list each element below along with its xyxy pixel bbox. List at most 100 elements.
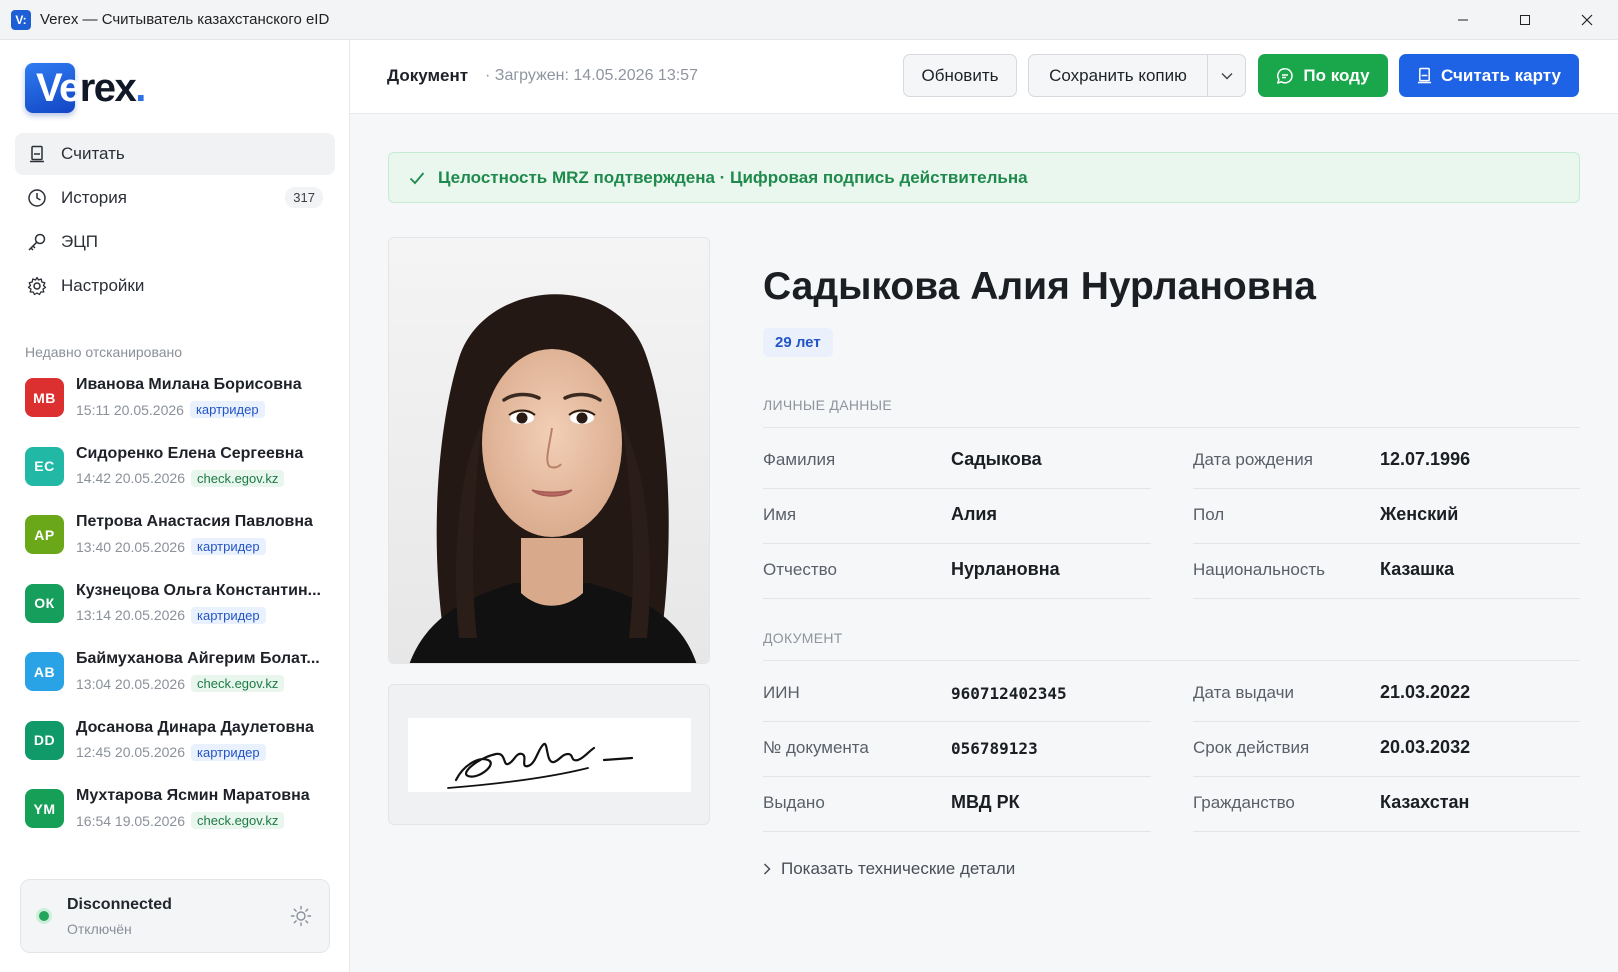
card-reader-icon [27, 144, 47, 164]
avatar: YM [25, 789, 64, 828]
minimize-button[interactable] [1432, 0, 1494, 40]
recent-scan-item[interactable]: АР Петрова Анастасия Павловна 13:40 20.0… [25, 507, 325, 576]
recent-scan-time: 13:04 20.05.2026 [76, 675, 185, 692]
field-label: Срок действия [1193, 738, 1310, 757]
recent-scans-title: Недавно отсканировано [25, 344, 183, 360]
section-divider [763, 427, 1580, 428]
save-options-dropdown[interactable] [1207, 55, 1245, 96]
maximize-button[interactable] [1494, 0, 1556, 40]
avatar: МВ [25, 378, 64, 417]
field-value: 20.03.2032 [1380, 737, 1471, 757]
theme-toggle-button[interactable] [289, 904, 313, 928]
avatar: АР [25, 515, 64, 554]
source-badge: картридер [191, 743, 266, 761]
recent-scan-time: 15:11 20.05.2026 [76, 401, 184, 418]
connection-status-title: Disconnected [67, 896, 172, 913]
verification-text: Целостность MRZ подтверждена · Цифровая … [438, 167, 1028, 187]
show-technical-details-toggle[interactable]: Показать технические детали [763, 859, 1015, 879]
field-surname: Фамилия Садыкова [763, 434, 1151, 489]
signature-card [388, 684, 710, 825]
check-icon [409, 171, 425, 184]
history-count-badge: 317 [285, 187, 323, 208]
recent-scan-time: 13:40 20.05.2026 [76, 538, 185, 555]
sidebar-item-label: ЭЦП [61, 232, 99, 251]
status-dot-icon [36, 908, 52, 924]
section-title-document: ДОКУМЕНТ [763, 630, 843, 646]
source-badge: check.egov.kz [191, 812, 285, 829]
recent-scan-name: Петрова Анастасия Павловна [76, 513, 313, 530]
page-title: Документ [387, 66, 469, 85]
field-label: Отчество [763, 560, 837, 579]
field-label: Дата рождения [1193, 450, 1313, 469]
window-title: Verex — Считыватель казахстанского eID [40, 11, 330, 28]
recent-scan-name: Баймуханова Айгерим Болат... [76, 650, 320, 667]
source-badge: картридер [191, 606, 266, 624]
field-value: 12.07.1996 [1380, 449, 1471, 469]
gear-icon [27, 276, 47, 296]
field-label: Фамилия [763, 450, 836, 469]
key-icon [27, 232, 47, 252]
sidebar-item-label: История [61, 188, 127, 207]
source-badge: check.egov.kz [191, 675, 285, 692]
recent-scan-time: 14:42 20.05.2026 [76, 470, 185, 486]
field-nationality: Национальность Казашка [1193, 544, 1580, 599]
field-value: 960712402345 [951, 684, 1067, 703]
recent-scan-name: Кузнецова Ольга Константин... [76, 581, 321, 599]
recent-scan-item[interactable]: DD Досанова Динара Даулетовна 12:45 20.0… [25, 713, 325, 782]
field-label: Пол [1193, 505, 1225, 524]
connection-status-card: Disconnected Отключён [20, 879, 330, 953]
chat-bubble-icon [1276, 67, 1294, 85]
recent-scan-item[interactable]: ОК Кузнецова Ольга Константин... 13:14 2… [25, 576, 325, 645]
avatar: ОК [25, 583, 64, 623]
field-issue-date: Дата выдачи 21.03.2022 [1193, 667, 1580, 722]
technical-details-label: Показать технические детали [781, 859, 1016, 878]
chevron-down-icon [1221, 72, 1232, 79]
field-value: Казашка [1380, 559, 1455, 579]
maximize-icon [1520, 15, 1530, 25]
holder-photo [388, 237, 710, 664]
field-value: 056789123 [951, 739, 1038, 758]
field-document-number: № документа 056789123 [763, 722, 1151, 777]
field-label: Дата выдачи [1193, 683, 1294, 702]
field-label: Имя [763, 505, 797, 524]
recent-scan-name: Сидоренко Елена Сергеевна [76, 444, 304, 462]
close-button[interactable] [1556, 0, 1618, 40]
sidebar-item-eds[interactable]: ЭЦП [15, 221, 335, 263]
recent-scan-item[interactable]: МВ Иванова Милана Борисовна 15:11 20.05.… [25, 370, 325, 439]
portrait-image [389, 238, 709, 663]
recent-scan-time: 16:54 19.05.2026 [76, 812, 185, 829]
source-badge: check.egov.kz [191, 469, 285, 487]
field-value: Нурлановна [951, 559, 1060, 579]
field-value: Казахстан [1380, 792, 1470, 812]
recent-scan-name: Мухтарова Ясмин Маратовна [76, 787, 310, 804]
recent-scan-time: 13:14 20.05.2026 [76, 607, 185, 623]
app-icon: V: [11, 9, 31, 30]
card-reader-icon [1417, 67, 1432, 84]
verex-logo: Verex. [25, 62, 146, 114]
sidebar-item-settings[interactable]: Настройки [15, 265, 335, 307]
recent-scans-list: МВ Иванова Милана Борисовна 15:11 20.05.… [25, 370, 325, 850]
read-card-button[interactable]: Считать карту [1399, 54, 1579, 97]
field-value: Садыкова [951, 449, 1042, 469]
recent-scan-item[interactable]: АВ Баймуханова Айгерим Болат... 13:04 20… [25, 644, 325, 713]
field-iin: ИИН 960712402345 [763, 667, 1151, 722]
window-controls [1432, 0, 1618, 40]
recent-scan-item[interactable]: YM Мухтарова Ясмин Маратовна 16:54 19.05… [25, 781, 325, 850]
sidebar-item-history[interactable]: История 317 [15, 177, 335, 219]
sidebar-item-read[interactable]: Считать [15, 133, 335, 175]
save-copy-button[interactable]: Сохранить копию [1028, 54, 1246, 97]
refresh-button[interactable]: Обновить [903, 54, 1017, 97]
sidebar-nav: Считать История 317 ЭЦП Настройки [15, 133, 335, 309]
verification-banner: Целостность MRZ подтверждена · Цифровая … [388, 152, 1580, 203]
sidebar: Verex. Считать История 317 ЭЦП Настройки… [0, 40, 350, 972]
by-code-button[interactable]: По коду [1258, 54, 1388, 97]
recent-scan-name: Иванова Милана Борисовна [76, 376, 302, 393]
field-value: 21.03.2022 [1380, 682, 1471, 702]
recent-scan-item[interactable]: ЕС Сидоренко Елена Сергеевна 14:42 20.05… [25, 439, 325, 508]
holder-full-name: Садыкова Алия Нурлановна [763, 265, 1316, 308]
recent-scan-time: 12:45 20.05.2026 [76, 744, 185, 760]
save-copy-label: Сохранить копию [1049, 65, 1187, 85]
minimize-icon [1458, 19, 1468, 21]
document-toolbar: Документ · Загружен: 14.05.2026 13:57 Об… [350, 40, 1618, 114]
field-label: № документа [763, 738, 869, 757]
